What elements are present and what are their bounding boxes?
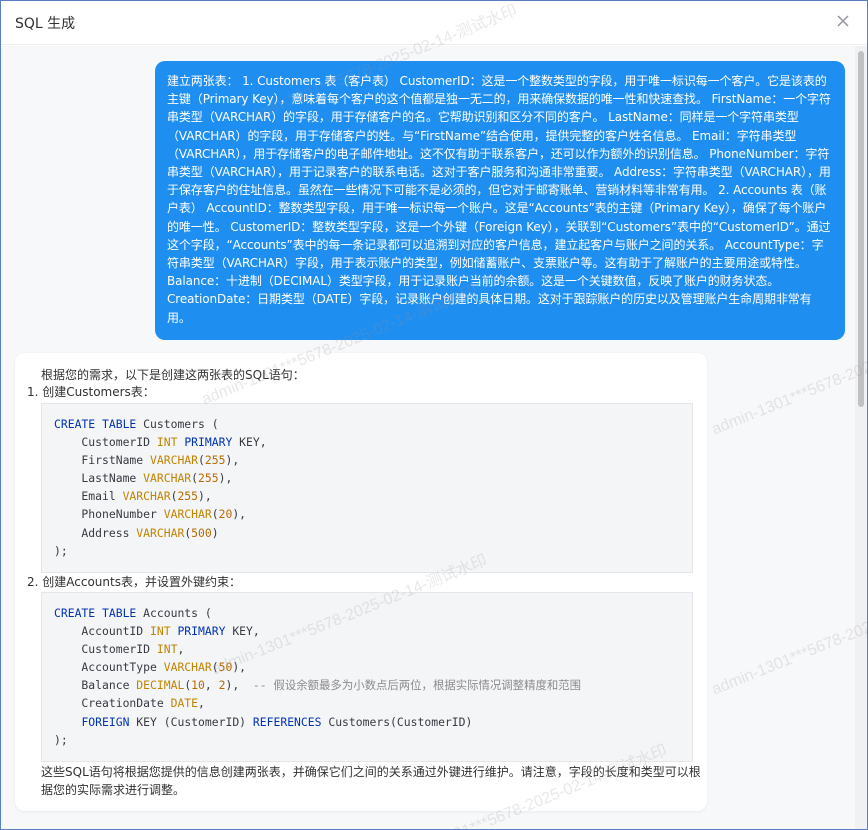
code-line: AccountID INT PRIMARY KEY, xyxy=(54,622,680,640)
code-token: PRIMARY xyxy=(177,624,226,639)
step2-label: 2. 创建Accounts表，并设置外键约束： xyxy=(27,575,241,589)
code-token: , xyxy=(204,678,219,693)
ai-response-bubble: 根据您的需求，以下是创建这两张表的SQL语句： 1. 创建Customers表：… xyxy=(15,353,707,811)
step1-label: 1. 创建Customers表： xyxy=(27,385,155,399)
code-token: 20 xyxy=(218,507,233,522)
code-line: Balance DECIMAL(10, 2), -- 假设余额最多为小数点后两位… xyxy=(54,676,680,694)
code-line: CREATE TABLE Customers ( xyxy=(54,415,680,433)
code-line: CreationDate DATE, xyxy=(54,694,680,712)
code-token: PRIMARY xyxy=(184,435,233,450)
code-token: , xyxy=(177,642,185,657)
code-token: PhoneNumber xyxy=(54,507,164,522)
code-line: Email VARCHAR(255), xyxy=(54,487,680,505)
code-token: LastName xyxy=(54,471,144,486)
code-token: KEY, xyxy=(225,624,260,639)
sql-code-block-customers[interactable]: CREATE TABLE Customers ( CustomerID INT … xyxy=(41,403,693,573)
code-token: AccountID xyxy=(54,624,151,639)
code-token: VARCHAR xyxy=(163,507,212,522)
code-token: CreationDate xyxy=(54,696,171,711)
dialog-title: SQL 生成 xyxy=(15,16,76,32)
code-token: CustomerID xyxy=(54,435,157,450)
code-token: ); xyxy=(54,543,68,558)
code-token: ), xyxy=(232,660,247,675)
code-token: KEY, xyxy=(232,435,267,450)
code-token: Customers(CustomerID) xyxy=(321,714,473,729)
code-line: Address VARCHAR(500) xyxy=(54,524,680,542)
code-token: ) xyxy=(211,525,219,540)
code-line: ); xyxy=(54,542,680,560)
code-token: ), xyxy=(225,678,253,693)
code-line: LastName VARCHAR(255), xyxy=(54,469,680,487)
code-token: 255 xyxy=(177,489,199,504)
code-token: 255 xyxy=(204,453,226,468)
code-line: FirstName VARCHAR(255), xyxy=(54,451,680,469)
close-icon[interactable] xyxy=(833,11,853,31)
sql-code-block-accounts[interactable]: CREATE TABLE Accounts ( AccountID INT PR… xyxy=(41,592,693,762)
code-token: AccountType xyxy=(54,660,164,675)
code-token: CREATE TABLE xyxy=(54,417,137,431)
code-token: ( xyxy=(211,507,219,522)
code-token: VARCHAR xyxy=(143,471,192,486)
close-icon-glyph xyxy=(837,15,849,27)
code-line: CREATE TABLE Accounts ( xyxy=(54,604,680,622)
code-token: FOREIGN xyxy=(81,714,130,729)
code-token: KEY (CustomerID) xyxy=(129,714,253,729)
code-token: Address xyxy=(54,525,137,540)
code-token: ( xyxy=(198,453,205,468)
code-token: 10 xyxy=(191,678,205,693)
code-line: ); xyxy=(54,731,680,749)
code-token: INT xyxy=(156,435,178,450)
code-token: , xyxy=(198,696,205,711)
code-token: DECIMAL xyxy=(136,678,185,693)
code-token: INT xyxy=(150,624,171,639)
code-token: CustomerID xyxy=(54,642,157,657)
user-message-bubble: 建立两张表： 1. Customers 表（客户表） CustomerID：这是… xyxy=(155,61,845,340)
code-token: Balance xyxy=(54,678,137,693)
code-line: AccountType VARCHAR(50), xyxy=(54,658,680,676)
code-token: 500 xyxy=(191,525,212,540)
sql-generate-dialog: SQL 生成 建立两张表： 1. Customers 表（客户表） Custom… xyxy=(0,0,868,830)
scrollbar-thumb[interactable] xyxy=(858,51,864,407)
code-token: ( xyxy=(211,660,219,675)
code-token: Email xyxy=(54,489,123,504)
code-token: VARCHAR xyxy=(150,453,199,468)
code-token: Accounts ( xyxy=(136,606,212,620)
code-token: VARCHAR xyxy=(122,489,171,504)
code-token: -- 假设余额最多为小数点后两位，根据实际情况调整精度和范围 xyxy=(252,678,582,693)
code-token: ( xyxy=(191,471,199,486)
code-token: 50 xyxy=(218,660,233,675)
code-token: ), xyxy=(232,507,247,522)
code-token: ), xyxy=(218,471,233,486)
code-line: CustomerID INT, xyxy=(54,640,680,658)
code-line: FOREIGN KEY (CustomerID) REFERENCES Cust… xyxy=(54,713,680,731)
code-token: Customers ( xyxy=(136,417,219,431)
code-line: PhoneNumber VARCHAR(20), xyxy=(54,505,680,523)
code-token: INT xyxy=(156,642,178,657)
ai-outro-text: 这些SQL语句将根据您提供的信息创建两张表，并确保它们之间的关系通过外键进行维护… xyxy=(41,765,701,797)
code-token: VARCHAR xyxy=(136,525,185,540)
code-token: ), xyxy=(225,453,240,468)
code-token: VARCHAR xyxy=(163,660,212,675)
code-token: FirstName xyxy=(54,453,151,468)
code-line: CustomerID INT PRIMARY KEY, xyxy=(54,433,680,451)
dialog-header: SQL 生成 xyxy=(1,1,867,45)
code-token: ); xyxy=(54,732,68,747)
code-token: ), xyxy=(198,489,212,504)
code-token: DATE xyxy=(170,696,199,711)
code-token: 255 xyxy=(198,471,219,486)
ai-intro-text: 根据您的需求，以下是创建这两张表的SQL语句： xyxy=(41,368,305,382)
code-token: REFERENCES xyxy=(252,714,322,729)
code-token: CREATE TABLE xyxy=(54,606,137,620)
